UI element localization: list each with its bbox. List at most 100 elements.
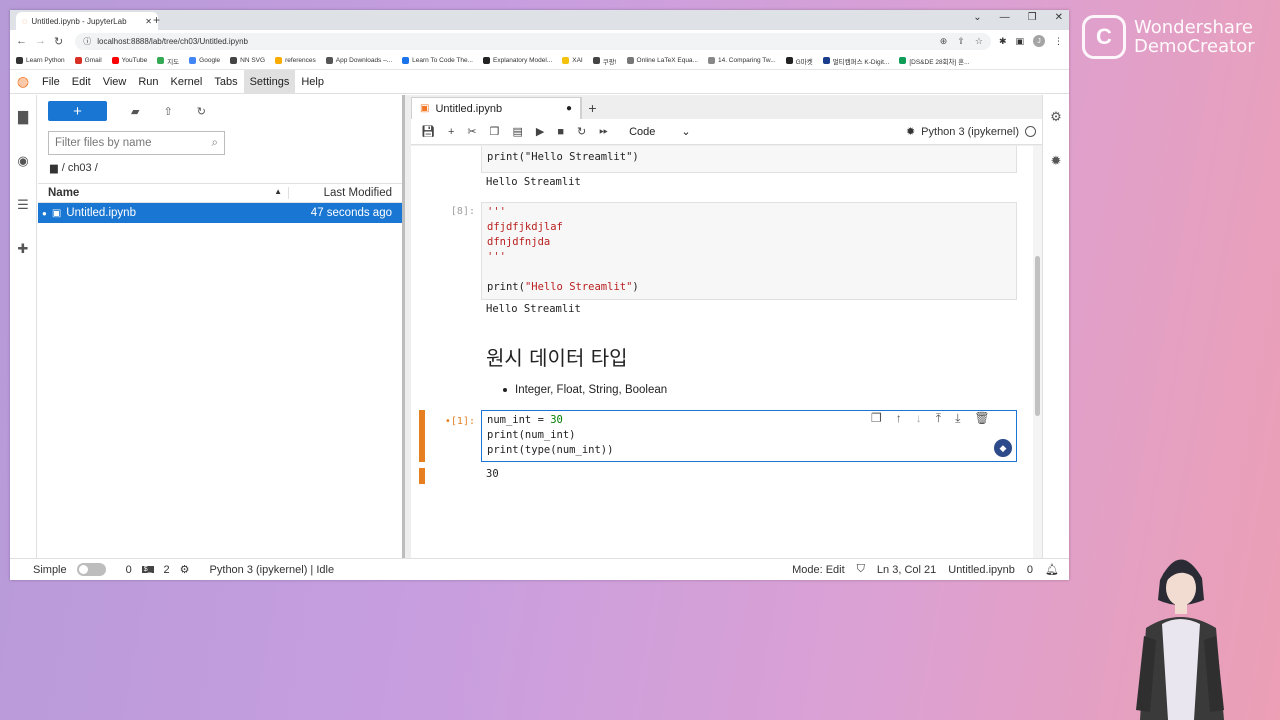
cell-type-select[interactable]: Code ⌄ — [629, 125, 691, 139]
extension-icon[interactable]: ✚ — [10, 227, 36, 271]
bookmark-item[interactable]: Gmail — [74, 57, 102, 64]
kernel-count[interactable]: 2 — [164, 564, 170, 576]
bookmark-item[interactable]: XAI — [562, 57, 583, 64]
bookmark-item[interactable]: references — [275, 57, 316, 64]
menu-edit[interactable]: Edit — [66, 70, 97, 94]
bookmark-item[interactable]: 14. Comparing Tw... — [707, 57, 776, 64]
debugger-icon[interactable]: ✹ — [906, 125, 915, 138]
trusted-shield-icon[interactable]: ⛉ — [857, 563, 865, 576]
bookmark-item[interactable]: Google — [189, 57, 220, 64]
menu-file[interactable]: File — [36, 70, 66, 94]
new-launcher-button[interactable]: + — [48, 101, 107, 121]
paste-icon[interactable]: ▤ — [513, 125, 523, 138]
unsaved-dot-icon[interactable]: ● — [566, 103, 572, 114]
sidepanel-icon[interactable]: ▣ — [1015, 36, 1024, 47]
insert-below-icon[interactable]: ⤓ — [955, 411, 960, 426]
close-tab-icon[interactable]: ✕ — [145, 17, 152, 26]
bookmark-item[interactable]: YouTube — [111, 57, 147, 64]
active-output-bar[interactable] — [419, 468, 425, 484]
assistant-icon[interactable]: ◆ — [994, 439, 1012, 457]
bookmark-item[interactable]: NN SVG — [230, 57, 265, 64]
column-name[interactable]: Name — [48, 187, 79, 199]
forward-icon[interactable]: → — [35, 35, 46, 47]
zoom-icon[interactable]: ⊕ — [940, 36, 948, 47]
duplicate-cell-icon[interactable]: ❐ — [871, 411, 882, 426]
share-icon[interactable]: ⇪ — [957, 36, 965, 47]
sort-up-icon[interactable]: ▲ — [274, 187, 282, 199]
move-down-icon[interactable]: ↓ — [916, 411, 922, 426]
new-folder-icon[interactable]: ▰ — [131, 105, 139, 118]
terminal-icon[interactable]: $_ — [141, 566, 154, 573]
menu-view[interactable]: View — [97, 70, 133, 94]
add-tab-button[interactable]: + — [581, 97, 603, 119]
folder-icon[interactable]: ▇ — [10, 95, 36, 139]
bookmark-item[interactable]: Online LaTeX Equa... — [626, 57, 698, 64]
menu-run[interactable]: Run — [132, 70, 164, 94]
fast-forward-icon[interactable]: ⏩︎ — [599, 125, 608, 138]
run-icon[interactable]: ▶ — [536, 125, 544, 138]
omnibox[interactable]: ⓘ localhost:8888/lab/tree/ch03/Untitled.… — [75, 32, 991, 50]
info-icon[interactable]: ⓘ — [83, 36, 91, 47]
property-inspector-icon[interactable]: ⚙ — [1043, 95, 1069, 139]
kernel-indicator[interactable]: ✹ Python 3 (ipykernel) — [906, 125, 1042, 138]
code-cell-input[interactable]: ''' dfjdfjkdjlaf dfnjdfnjda ''' print("H… — [481, 202, 1017, 300]
close-window-icon[interactable]: ✕ — [1055, 12, 1063, 23]
terminal-count[interactable]: 0 — [126, 564, 132, 576]
menu-settings[interactable]: Settings — [243, 69, 296, 94]
url-text[interactable]: localhost:8888/lab/tree/ch03/Untitled.ip… — [97, 37, 934, 46]
folder-breadcrumb-icon[interactable]: ▆ — [50, 163, 58, 174]
restart-icon[interactable]: ↻ — [577, 125, 586, 138]
kernel-sessions-icon[interactable]: ⚙ — [180, 563, 190, 576]
bookmark-item[interactable]: App Downloads –... — [325, 57, 392, 64]
notification-count[interactable]: 0 — [1027, 564, 1033, 576]
menu-help[interactable]: Help — [295, 70, 330, 94]
file-name[interactable]: Untitled.ipynb — [66, 207, 136, 219]
bookmark-item[interactable]: 지도 — [157, 56, 179, 66]
breadcrumb-path[interactable]: / ch03 / — [62, 162, 98, 174]
profile-avatar[interactable]: J — [1033, 35, 1045, 47]
bell-icon[interactable]: 🔔︎ — [1045, 563, 1059, 576]
move-up-icon[interactable]: ↑ — [896, 411, 902, 426]
toc-icon[interactable]: ☰ — [10, 183, 36, 227]
bookmark-item[interactable]: G마켓 — [785, 56, 813, 66]
chevron-down-icon[interactable]: ⌄ — [973, 12, 981, 23]
star-icon[interactable]: ☆ — [975, 36, 983, 47]
filter-files-input[interactable]: Filter files by name ⌕ — [48, 131, 225, 155]
insert-cell-icon[interactable]: + — [448, 126, 454, 138]
save-icon[interactable]: 💾︎ — [421, 125, 435, 138]
bookmark-item[interactable]: 쿠팡! — [592, 56, 617, 66]
copy-icon[interactable]: ❐ — [490, 125, 500, 138]
refresh-icon[interactable]: ↻ — [197, 105, 206, 118]
simple-mode-toggle[interactable] — [76, 563, 106, 576]
reload-icon[interactable]: ↻ — [54, 35, 63, 48]
bookmark-item[interactable]: Learn Python — [16, 57, 65, 64]
bookmark-item[interactable]: Learn To Code The... — [402, 57, 473, 64]
extensions-icon[interactable]: ✱ — [999, 36, 1007, 47]
cut-icon[interactable]: ✂ — [467, 125, 476, 138]
new-tab-button[interactable]: + — [153, 13, 160, 27]
running-icon[interactable]: ◉ — [10, 139, 36, 183]
code-cell-input[interactable]: print("Hello Streamlit") — [481, 146, 1017, 173]
delete-cell-icon[interactable]: 🗑︎ — [974, 411, 989, 426]
scrollbar-thumb[interactable] — [1035, 256, 1040, 416]
minimize-icon[interactable]: — — [1000, 12, 1010, 23]
kernel-status[interactable]: Python 3 (ipykernel) | Idle — [210, 564, 335, 576]
more-icon[interactable]: ⋮ — [1054, 36, 1063, 47]
bookmark-item[interactable]: [DS&DE 28회차] 혼... — [899, 56, 970, 66]
insert-above-icon[interactable]: ⤒ — [936, 411, 941, 426]
restore-icon[interactable]: ❐ — [1028, 12, 1037, 23]
notebook-scrollbar[interactable] — [1033, 146, 1042, 558]
cursor-position[interactable]: Ln 3, Col 21 — [877, 564, 936, 576]
browser-tab[interactable]: ◌ Untitled.ipynb - JupyterLab ✕ — [16, 12, 158, 30]
upload-icon[interactable]: ⇧ — [163, 105, 172, 118]
menu-tabs[interactable]: Tabs — [208, 70, 243, 94]
stop-icon[interactable]: ■ — [557, 126, 564, 138]
bookmark-item[interactable]: 멀티캠퍼스 K-Digit... — [822, 56, 889, 66]
back-icon[interactable]: ← — [16, 35, 27, 47]
bookmark-item[interactable]: Explanatory Model... — [483, 57, 552, 64]
notebook-tab[interactable]: ▣ Untitled.ipynb ● — [411, 97, 581, 119]
column-last-modified[interactable]: Last Modified — [288, 187, 402, 199]
menu-kernel[interactable]: Kernel — [165, 70, 209, 94]
debugger-sidebar-icon[interactable]: ✹ — [1043, 139, 1069, 183]
file-row[interactable]: ● ▣ Untitled.ipynb 47 seconds ago — [38, 203, 402, 223]
